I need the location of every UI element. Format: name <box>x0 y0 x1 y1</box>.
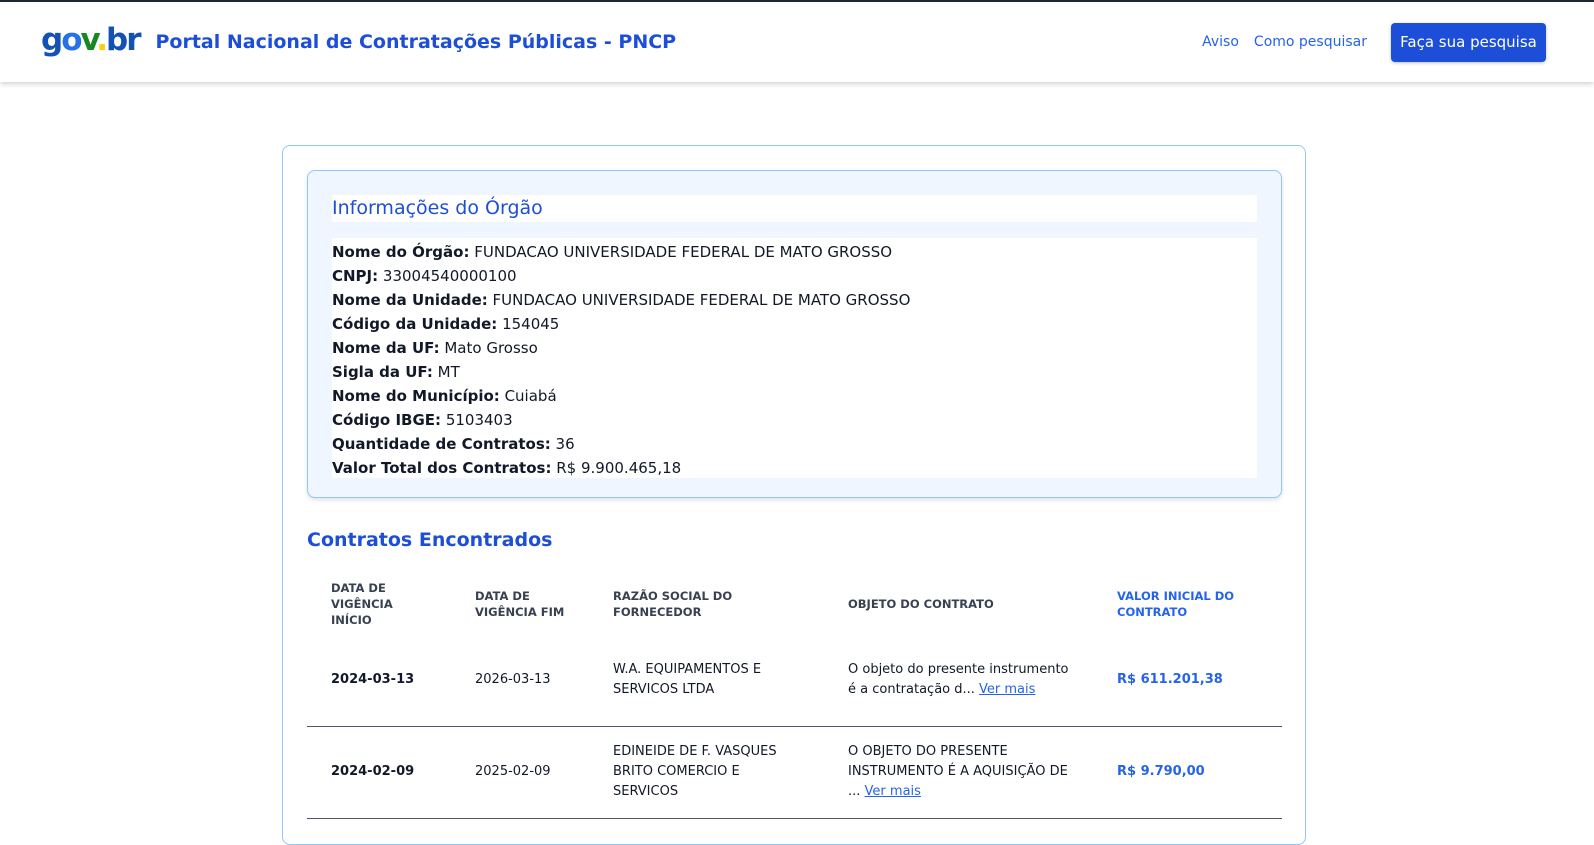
nav-link-como-pesquisar[interactable]: Como pesquisar <box>1254 34 1367 50</box>
table-row: 2024-03-13 2026-03-13 W.A. EQUIPAMENTOS … <box>307 634 1282 727</box>
cell-fornecedor: W.A. EQUIPAMENTOS E SERVICOS LTDA <box>589 634 824 727</box>
info-label: Nome da UF: <box>332 339 440 357</box>
column-header-fornecedor[interactable]: RAZÃO SOCIAL DO FORNECEDOR <box>589 574 824 634</box>
cell-inicio: 2024-03-13 <box>307 634 451 727</box>
logo-letter-g: g <box>41 21 63 58</box>
info-row-valor-total: Valor Total dos Contratos: R$ 9.900.465,… <box>332 456 1257 480</box>
info-label: Quantidade de Contratos: <box>332 435 551 453</box>
orgao-info-body: Nome do Órgão: FUNDACAO UNIVERSIDADE FED… <box>332 238 1257 478</box>
info-row-nome-orgao: Nome do Órgão: FUNDACAO UNIVERSIDADE FED… <box>332 240 1257 264</box>
info-value: 5103403 <box>445 411 513 429</box>
info-row-nome-unidade: Nome da Unidade: FUNDACAO UNIVERSIDADE F… <box>332 288 1257 312</box>
orgao-info-card: Informações do Órgão Nome do Órgão: FUND… <box>307 170 1282 498</box>
cell-objeto: O objeto do presente instrumento é a con… <box>824 634 1093 727</box>
info-row-quantidade-contratos: Quantidade de Contratos: 36 <box>332 432 1257 456</box>
logo-letter-o: o <box>61 21 82 58</box>
info-row-sigla-uf: Sigla da UF: MT <box>332 360 1257 384</box>
table-header-row: DATA DE VIGÊNCIA INÍCIO DATA DE VIGÊNCIA… <box>307 574 1282 634</box>
main-card: Informações do Órgão Nome do Órgão: FUND… <box>282 145 1306 845</box>
info-value: 36 <box>555 435 575 453</box>
logo-letter-v: v <box>80 21 99 58</box>
site-title[interactable]: Portal Nacional de Contratações Públicas… <box>155 31 676 53</box>
info-label: Nome da Unidade: <box>332 291 488 309</box>
cell-fim: 2025-02-09 <box>451 726 589 819</box>
info-label: Nome do Órgão: <box>332 243 470 261</box>
info-row-nome-uf: Nome da UF: Mato Grosso <box>332 336 1257 360</box>
info-label: Valor Total dos Contratos: <box>332 459 552 477</box>
header-nav: Aviso Como pesquisar Faça sua pesquisa <box>1187 22 1546 62</box>
info-row-cnpj: CNPJ: 33004540000100 <box>332 264 1257 288</box>
table-row: 2024-02-09 2025-02-09 EDINEIDE DE F. VAS… <box>307 726 1282 819</box>
info-label: Sigla da UF: <box>332 363 433 381</box>
cell-objeto: O OBJETO DO PRESENTE INSTRUMENTO É A AQU… <box>824 726 1093 819</box>
column-header-inicio[interactable]: DATA DE VIGÊNCIA INÍCIO <box>307 574 451 634</box>
info-label: Nome do Município: <box>332 387 500 405</box>
contratos-table-header: DATA DE VIGÊNCIA INÍCIO DATA DE VIGÊNCIA… <box>307 574 1282 634</box>
logo-letter-b: b <box>105 21 128 58</box>
cell-fornecedor: EDINEIDE DE F. VASQUES BRITO COMERCIO E … <box>589 726 824 819</box>
logo-letter-r: r <box>126 21 141 58</box>
info-label: Código IBGE: <box>332 411 442 429</box>
ver-mais-link[interactable]: Ver mais <box>865 784 921 799</box>
contratos-table-body: 2024-03-13 2026-03-13 W.A. EQUIPAMENTOS … <box>307 634 1282 819</box>
ver-mais-link[interactable]: Ver mais <box>979 682 1035 697</box>
orgao-info-header: Informações do Órgão <box>332 195 1257 222</box>
info-label: CNPJ: <box>332 267 379 285</box>
logo-dot: . <box>96 21 108 58</box>
info-label: Código da Unidade: <box>332 315 498 333</box>
column-header-objeto[interactable]: OBJETO DO CONTRATO <box>824 574 1093 634</box>
info-row-codigo-unidade: Código da Unidade: 154045 <box>332 312 1257 336</box>
cell-fim: 2026-03-13 <box>451 634 589 727</box>
cell-valor: R$ 611.201,38 <box>1093 634 1282 727</box>
column-header-fim[interactable]: DATA DE VIGÊNCIA FIM <box>451 574 589 634</box>
info-value: FUNDACAO UNIVERSIDADE FEDERAL DE MATO GR… <box>492 291 911 309</box>
info-value: Cuiabá <box>504 387 557 405</box>
search-button[interactable]: Faça sua pesquisa <box>1391 22 1546 62</box>
site-header: gov.br Portal Nacional de Contratações P… <box>0 2 1594 82</box>
info-value: MT <box>437 363 460 381</box>
contratos-section-title: Contratos Encontrados <box>307 529 553 551</box>
orgao-info-title: Informações do Órgão <box>332 197 543 219</box>
info-row-codigo-ibge: Código IBGE: 5103403 <box>332 408 1257 432</box>
cell-valor: R$ 9.790,00 <box>1093 726 1282 819</box>
info-value: Mato Grosso <box>444 339 538 357</box>
nav-link-aviso[interactable]: Aviso <box>1202 34 1239 50</box>
objeto-text: O objeto do presente instrumento é a con… <box>848 661 1069 697</box>
info-row-municipio: Nome do Município: Cuiabá <box>332 384 1257 408</box>
info-value: 154045 <box>502 315 560 333</box>
contratos-table: DATA DE VIGÊNCIA INÍCIO DATA DE VIGÊNCIA… <box>307 574 1282 819</box>
info-value: R$ 9.900.465,18 <box>556 459 682 477</box>
info-value: 33004540000100 <box>382 267 517 285</box>
govbr-logo[interactable]: gov.br <box>41 21 142 58</box>
cell-inicio: 2024-02-09 <box>307 726 451 819</box>
info-value: FUNDACAO UNIVERSIDADE FEDERAL DE MATO GR… <box>474 243 893 261</box>
column-header-valor[interactable]: VALOR INICIAL DO CONTRATO <box>1093 574 1282 634</box>
